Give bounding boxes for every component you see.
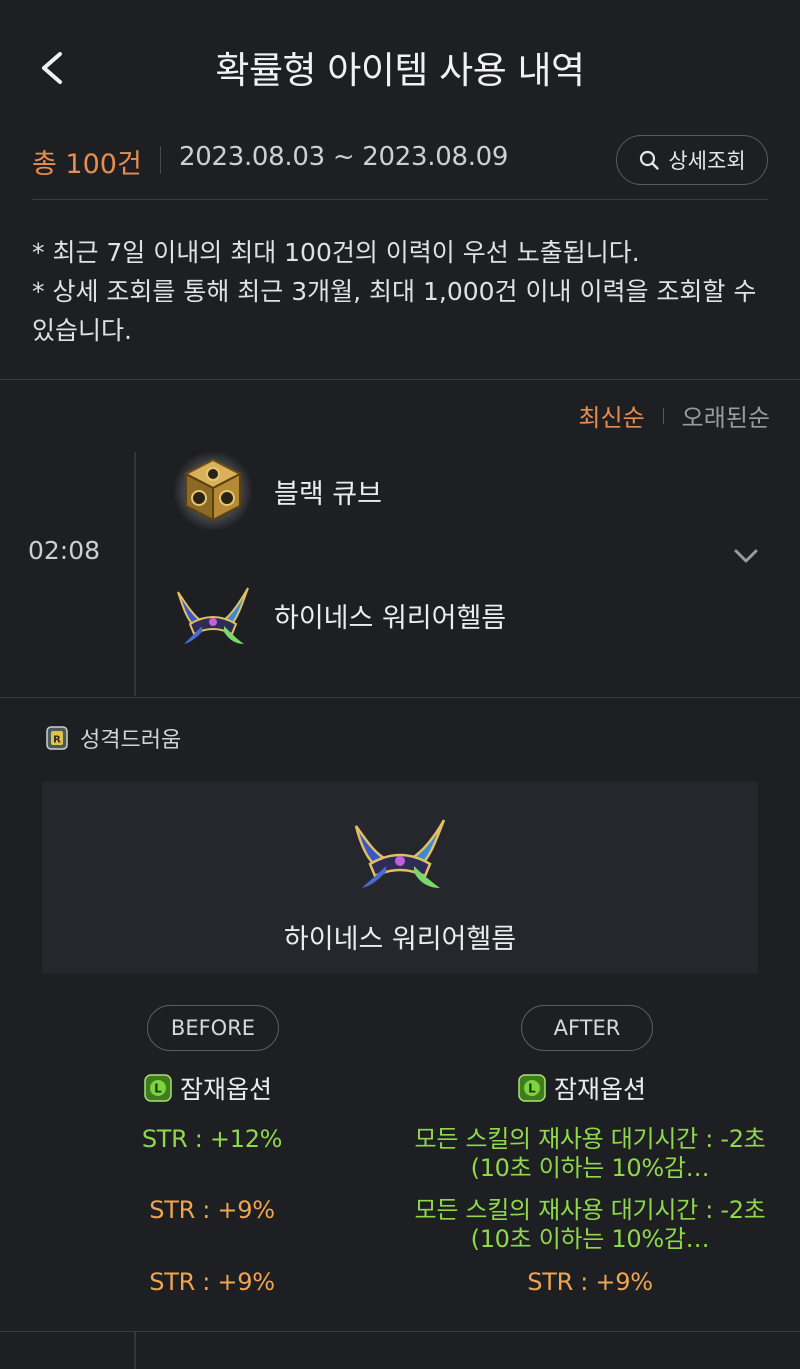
grade-badge: R 성격드러움 [44,722,181,754]
timeline-line-next [134,1332,136,1369]
notice: * 최근 7일 이내의 최대 100건의 이력이 우선 노출됩니다. * 상세 … [32,233,772,350]
before-option-1: STR : +12% [141,1125,283,1153]
item-card: 하이네스 워리어헬름 [42,782,758,974]
notice-line-1: * 최근 7일 이내의 최대 100건의 이력이 우선 노출됩니다. [32,238,640,267]
before-potential-text: 잠재옵션 [180,1075,273,1104]
svg-text:R: R [53,735,61,746]
search-icon [640,150,660,170]
svg-text:L: L [528,1082,536,1096]
sort-newest[interactable]: 최신순 [578,398,644,433]
warrior-helm-large-icon [354,819,446,888]
page-title: 확률형 아이템 사용 내역 [215,49,585,92]
summary-bar: 총 100건 2023.08.03 ~ 2023.08.09 상세조회 [32,132,768,200]
summary-divider [160,146,161,174]
after-option-2: 모든 스킬의 재사용 대기시간 : -2초(10초 이하는 10%감… [414,1196,766,1253]
warrior-helm-icon [177,587,249,644]
after-pill: AFTER [521,1005,653,1051]
after-potential-label: L 잠재옵션 [518,1070,646,1106]
entry-divider [0,697,800,698]
after-option-1: 모든 스킬의 재사용 대기시간 : -2초(10초 이하는 10%감… [414,1125,766,1182]
after-potential-text: 잠재옵션 [554,1075,647,1104]
detail-search-label: 상세조회 [668,149,746,173]
target-item-row: 하이네스 워리어헬름 [172,574,506,656]
timeline-line [134,452,136,696]
used-item-name: 블랙 큐브 [274,478,382,510]
total-count: 총 100건 [32,149,142,180]
item-card-name: 하이네스 워리어헬름 [283,924,517,955]
notice-line-2: * 상세 조회를 통해 최근 3개월, 최대 1,000건 이내 이력을 조회할… [32,277,757,345]
rank-icon: R [46,726,68,750]
before-option-3: STR : +9% [149,1268,275,1296]
sort-oldest[interactable]: 오래된순 [682,398,770,433]
entry-time: 02:08 [28,536,101,565]
sort-toggle: 최신순 오래된순 [578,398,770,433]
legendary-icon: L [144,1074,172,1102]
sort-divider [662,407,664,424]
after-option-3: STR : +9% [527,1268,653,1296]
detail-search-button[interactable]: 상세조회 [616,135,768,185]
before-potential-label: L 잠재옵션 [144,1070,272,1106]
before-option-2: STR : +9% [149,1196,275,1224]
section-divider [0,379,800,380]
before-pill: BEFORE [147,1005,279,1051]
black-cube-icon [173,451,253,531]
target-item-name: 하이네스 워리어헬름 [274,602,507,634]
bottom-divider [0,1331,800,1332]
date-range: 2023.08.03 ~ 2023.08.09 [179,142,509,172]
used-item-row: 블랙 큐브 [172,450,382,532]
grade-label: 성격드러움 [80,728,182,753]
chevron-down-icon[interactable] [730,542,762,570]
header: 확률형 아이템 사용 내역 [0,0,800,130]
legendary-icon: L [518,1074,546,1102]
svg-text:L: L [154,1082,162,1096]
